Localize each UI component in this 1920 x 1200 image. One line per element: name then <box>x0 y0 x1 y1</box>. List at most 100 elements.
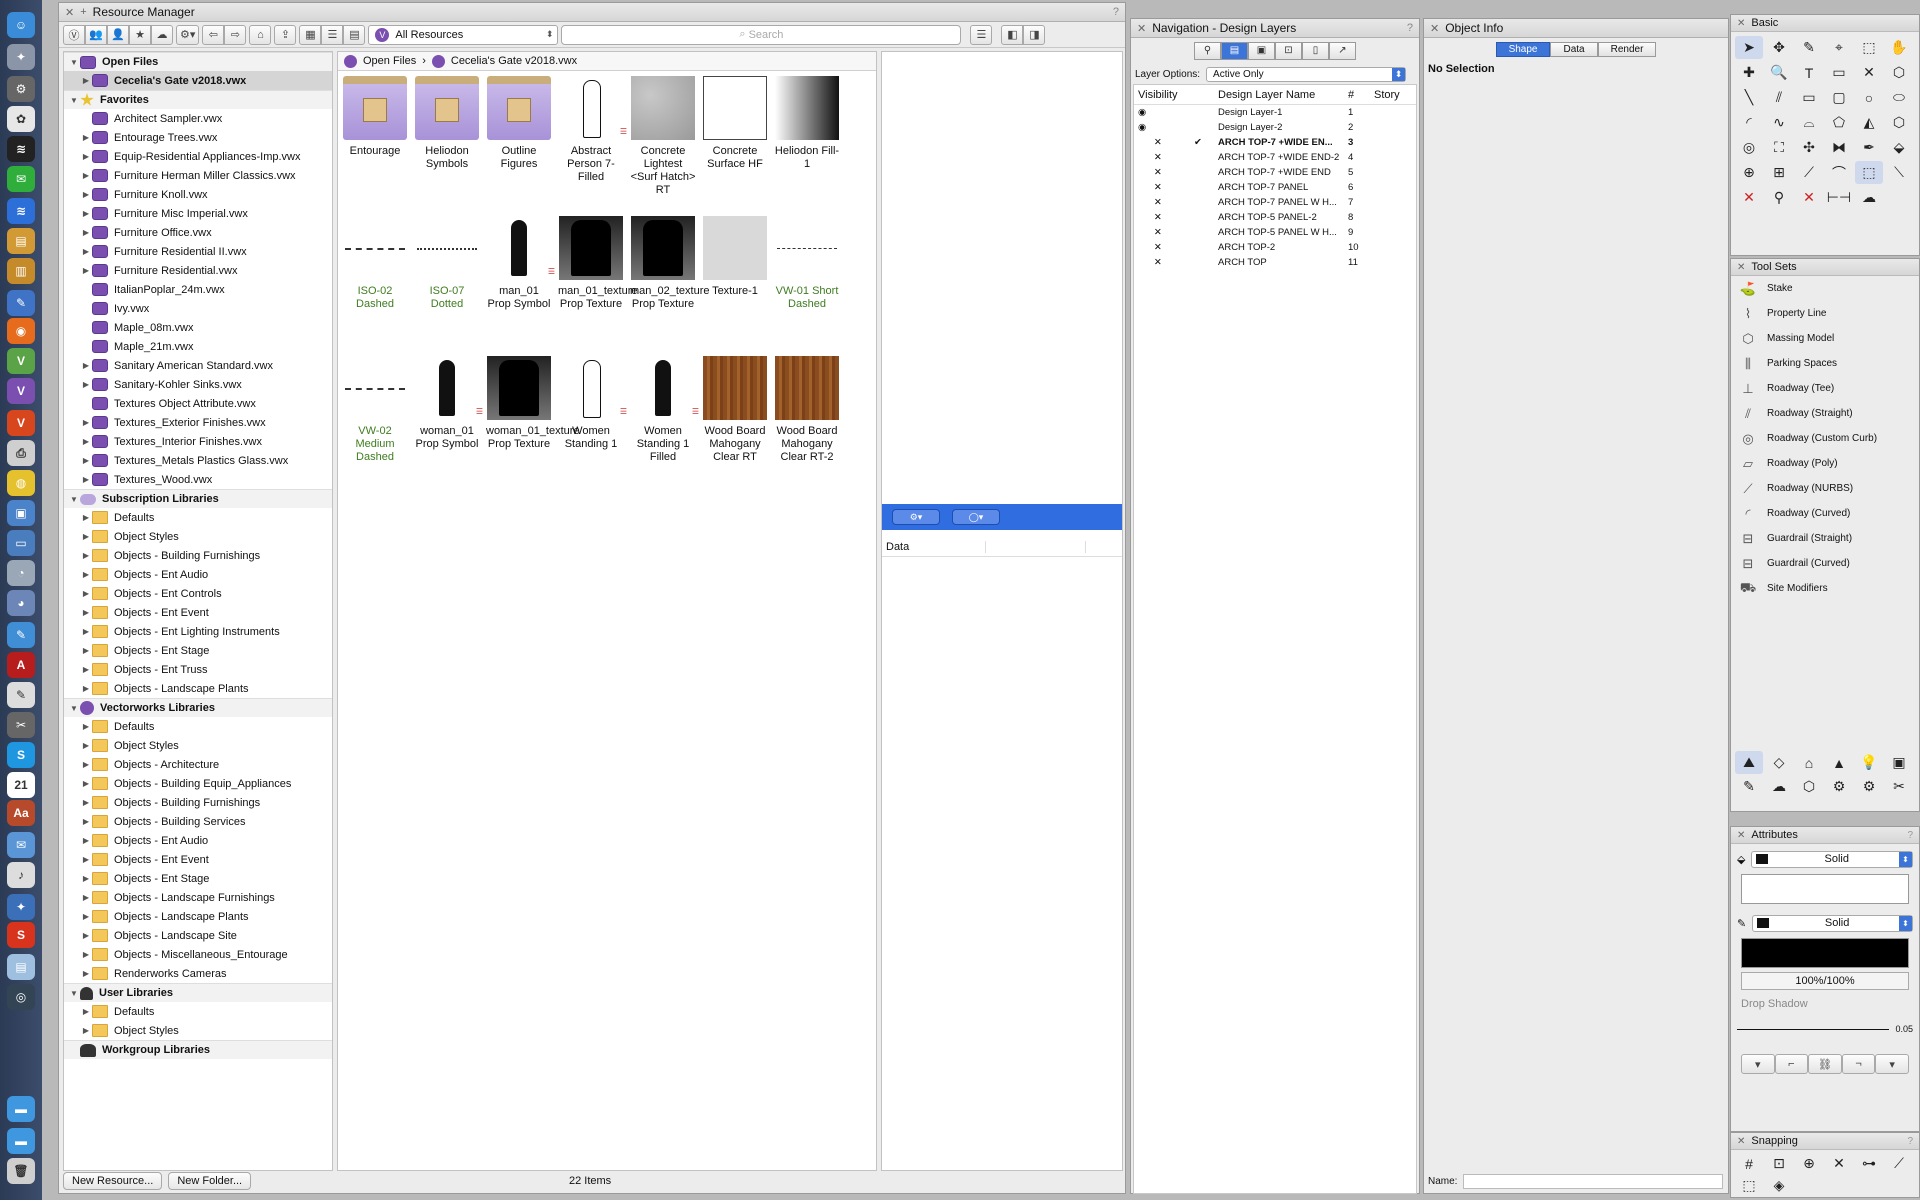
resource-tile[interactable]: ☰ Women Standing 1 <box>558 356 627 451</box>
layer-name[interactable]: Design Layer-1 <box>1212 107 1344 118</box>
tree-file[interactable]: Textures Object Attribute.vwx <box>64 394 332 413</box>
fasteners-set-icon[interactable]: ⚙ <box>1855 775 1883 798</box>
tree-file[interactable]: ▶ Furniture Herman Miller Classics.vwx <box>64 166 332 185</box>
start-marker-icon[interactable]: ⌐ <box>1774 1054 1809 1074</box>
layer-name[interactable]: ARCH TOP-5 PANEL W H... <box>1212 227 1344 238</box>
vectorworks-2019-icon[interactable]: V <box>7 378 35 404</box>
resource-tile[interactable]: man_02_texture Prop Texture <box>630 216 710 311</box>
tree-folder[interactable]: ▶ Objects - Ent Audio <box>64 565 332 584</box>
cloud-icon[interactable]: ☁ <box>151 24 173 45</box>
disclosure-triangle-icon[interactable]: ▼ <box>68 704 80 713</box>
tree-file[interactable]: ▶ Textures_Metals Plastics Glass.vwx <box>64 451 332 470</box>
list-view-icon[interactable]: ☰ <box>321 24 344 45</box>
tree-folder[interactable]: ▶ Objects - Ent Lighting Instruments <box>64 622 332 641</box>
tree-folder[interactable]: ▶ Objects - Building Furnishings <box>64 546 332 565</box>
spaces-set-icon[interactable]: ⬡ <box>1795 775 1823 798</box>
fill-preview[interactable] <box>1741 874 1909 904</box>
active-check-icon[interactable]: ✔ <box>1184 137 1212 148</box>
resource-tile[interactable]: ☰ Women Standing 1 Filled <box>630 356 699 464</box>
tree-file[interactable]: ▶ Furniture Residential.vwx <box>64 261 332 280</box>
resource-tile[interactable]: Outline Figures <box>486 76 552 171</box>
help-icon[interactable]: ? <box>1907 830 1913 841</box>
disclosure-triangle-icon[interactable]: ▶ <box>80 665 92 674</box>
disclosure-triangle-icon[interactable]: ▶ <box>80 760 92 769</box>
layer-name[interactable]: ARCH TOP-7 +WIDE EN... <box>1212 137 1344 148</box>
home-icon[interactable]: ⌂ <box>249 24 272 45</box>
disclosure-triangle-icon[interactable]: ▼ <box>68 495 80 504</box>
disclosure-triangle-icon[interactable]: ▶ <box>80 228 92 237</box>
tree-folder[interactable]: ▶ Objects - Ent Stage <box>64 641 332 660</box>
tool-item[interactable]: ⊥ Roadway (Tee) <box>1731 376 1919 401</box>
column-name[interactable]: Design Layer Name <box>1212 89 1344 101</box>
view-angle-dropdown[interactable]: ◯▾ <box>952 509 1000 525</box>
column-visibility[interactable]: Visibility <box>1134 89 1184 101</box>
attributes-titlebar[interactable]: ✕ Attributes ? <box>1731 827 1919 844</box>
chamfer-tool-icon[interactable]: ⌒ <box>1825 161 1853 184</box>
book-icon[interactable]: ▥ <box>7 258 35 284</box>
building-shell-set-icon[interactable]: ◇ <box>1765 751 1793 774</box>
pen-preview[interactable] <box>1741 938 1909 968</box>
music-icon[interactable]: ♪ <box>7 862 35 888</box>
machine-design-set-icon[interactable]: ⚙ <box>1825 775 1853 798</box>
vectorworks-2020-icon[interactable]: V <box>7 410 35 436</box>
tool-item[interactable]: ⫽ Roadway (Straight) <box>1731 401 1919 426</box>
screen-icon[interactable]: ▭ <box>7 530 35 556</box>
finder-icon[interactable]: ☺ <box>7 12 35 38</box>
tree-file[interactable]: ▶ Equip-Residential Appliances-Imp.vwx <box>64 147 332 166</box>
tab-data[interactable]: Data <box>1550 41 1598 57</box>
globe-icon[interactable]: ◎ <box>7 984 35 1010</box>
circle-tool-icon[interactable]: ○ <box>1855 86 1883 109</box>
snap-grid-icon[interactable]: # <box>1735 1152 1763 1175</box>
mirror-tool-icon[interactable]: ⧓ <box>1825 136 1853 159</box>
disclosure-triangle-icon[interactable]: ▶ <box>80 741 92 750</box>
visualization-set-icon[interactable]: ▲ <box>1825 751 1853 774</box>
resource-tile[interactable]: ISO-07 Dotted <box>414 216 480 311</box>
end-marker-dropdown[interactable]: ▾ <box>1875 1054 1909 1074</box>
utility-icon[interactable]: ✦ <box>7 894 35 920</box>
disclosure-triangle-icon[interactable]: ▶ <box>80 855 92 864</box>
disclosure-triangle-icon[interactable]: ▶ <box>80 380 92 389</box>
xcode-icon[interactable]: ✎ <box>7 290 35 316</box>
hidden-x-icon[interactable]: ✕ <box>1134 152 1184 163</box>
disclosure-triangle-icon[interactable]: ▶ <box>80 418 92 427</box>
disclosure-triangle-icon[interactable]: ▶ <box>80 456 92 465</box>
split-right-icon[interactable]: ◨ <box>1023 24 1046 45</box>
spiral-tool-icon[interactable]: ◎ <box>1735 136 1763 159</box>
flyover-tool-icon[interactable]: ✥ <box>1765 36 1793 59</box>
tree-folder[interactable]: ▶ Objects - Landscape Furnishings <box>64 888 332 907</box>
disclosure-triangle-icon[interactable]: ▶ <box>80 950 92 959</box>
workgroup-icon[interactable]: 👥 <box>85 24 107 45</box>
calendar-icon[interactable]: 21 <box>7 772 35 798</box>
layer-name[interactable]: ARCH TOP <box>1212 257 1344 268</box>
resource-tile[interactable]: Entourage <box>342 76 408 158</box>
close-icon[interactable]: ✕ <box>1737 830 1745 841</box>
activity-monitor-icon[interactable]: ≋ <box>7 136 35 162</box>
resource-tile[interactable]: ISO-02 Dashed <box>342 216 408 311</box>
tree-folder[interactable]: ▶ Objects - Building Furnishings <box>64 793 332 812</box>
disclosure-triangle-icon[interactable]: ▶ <box>80 646 92 655</box>
tree-file[interactable]: ▶ Textures_Wood.vwx <box>64 470 332 489</box>
rotate-view-icon[interactable]: ⬚ <box>1855 36 1883 59</box>
pen-style-select[interactable]: Solid ⬍ <box>1752 914 1913 932</box>
disclosure-triangle-icon[interactable]: ▶ <box>80 247 92 256</box>
snap-intersection-icon[interactable]: ✕ <box>1825 1152 1853 1175</box>
tab-classes[interactable]: ⚲ <box>1194 42 1221 60</box>
snap-tangent-icon[interactable]: ⟋ <box>1885 1152 1913 1175</box>
disclosure-triangle-icon[interactable]: ▶ <box>80 969 92 978</box>
acrobat-icon[interactable]: A <box>7 652 35 678</box>
resource-type-select[interactable]: V All Resources ⬍ <box>368 24 559 45</box>
close-icon[interactable]: ✕ <box>1737 18 1745 29</box>
delete-tool-icon[interactable]: ✕ <box>1795 186 1823 209</box>
resource-tile[interactable]: Heliodon Fill-1 <box>774 76 840 171</box>
column-number[interactable]: # <box>1344 89 1374 101</box>
snap-object-icon[interactable]: ⊡ <box>1765 1152 1793 1175</box>
dictionary-icon[interactable]: Aa <box>7 800 35 826</box>
disclosure-triangle-icon[interactable]: ▶ <box>80 931 92 940</box>
site-planning-set-icon[interactable]: ⛰ <box>1735 751 1763 774</box>
sketchup-icon[interactable]: S <box>7 922 35 948</box>
detailing-set-icon[interactable]: ▣ <box>1885 751 1913 774</box>
disclosure-triangle-icon[interactable]: ▶ <box>80 684 92 693</box>
detail-view-icon[interactable]: ▤ <box>343 24 366 45</box>
trash-icon[interactable]: 🗑 <box>7 1158 35 1184</box>
trim-tool-icon[interactable]: ✕ <box>1735 186 1763 209</box>
